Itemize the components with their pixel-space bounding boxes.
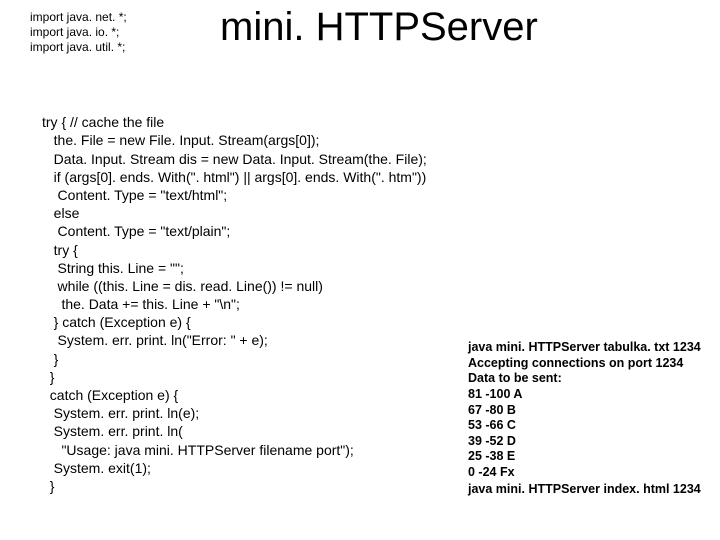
code-line: the. File = new File. Input. Stream(args… [42,132,319,148]
code-line: else [42,205,79,221]
code-line: Content. Type = "text/html"; [42,187,227,203]
code-line: try { // cache the file [42,114,164,130]
import-line: import java. io. *; [30,25,127,40]
page-title: mini. HTTPServer [220,5,538,50]
code-line: } [42,369,54,385]
imports-block: import java. net. *; import java. io. *;… [30,10,127,55]
code-line: } catch (Exception e) { [42,314,191,330]
output-line: Data to be sent: [468,371,701,387]
code-line: } [42,478,54,494]
code-line: while ((this. Line = dis. read. Line()) … [42,278,323,294]
code-line: } [42,351,58,367]
code-line: if (args[0]. ends. With(". html") || arg… [42,169,426,185]
output-line: java mini. HTTPServer tabulka. txt 1234 [468,340,701,356]
output-line: 67 -80 B [468,403,701,419]
code-line: String this. Line = ""; [42,260,184,276]
code-line: the. Data += this. Line + "\n"; [42,296,240,312]
output-line: 0 -24 Fx [468,465,701,481]
terminal-output: java mini. HTTPServer tabulka. txt 1234 … [468,340,701,481]
code-line: System. err. print. ln( [42,423,183,439]
code-block: try { // cache the file the. File = new … [42,95,427,495]
output-line: 53 -66 C [468,418,701,434]
code-line: "Usage: java mini. HTTPServer filename p… [42,442,354,458]
output-line: 39 -52 D [468,434,701,450]
output-line: 25 -38 E [468,449,701,465]
code-line: try { [42,242,78,258]
code-line: Data. Input. Stream dis = new Data. Inpu… [42,151,427,167]
output-line: 81 -100 A [468,387,701,403]
code-line: Content. Type = "text/plain"; [42,223,230,239]
command-line: java mini. HTTPServer index. html 1234 [468,482,701,496]
output-line: Accepting connections on port 1234 [468,356,701,372]
code-line: catch (Exception e) { [42,387,178,403]
import-line: import java. net. *; [30,10,127,25]
code-line: System. err. print. ln(e); [42,405,199,421]
code-line: System. exit(1); [42,460,151,476]
import-line: import java. util. *; [30,40,127,55]
code-line: System. err. print. ln("Error: " + e); [42,332,268,348]
